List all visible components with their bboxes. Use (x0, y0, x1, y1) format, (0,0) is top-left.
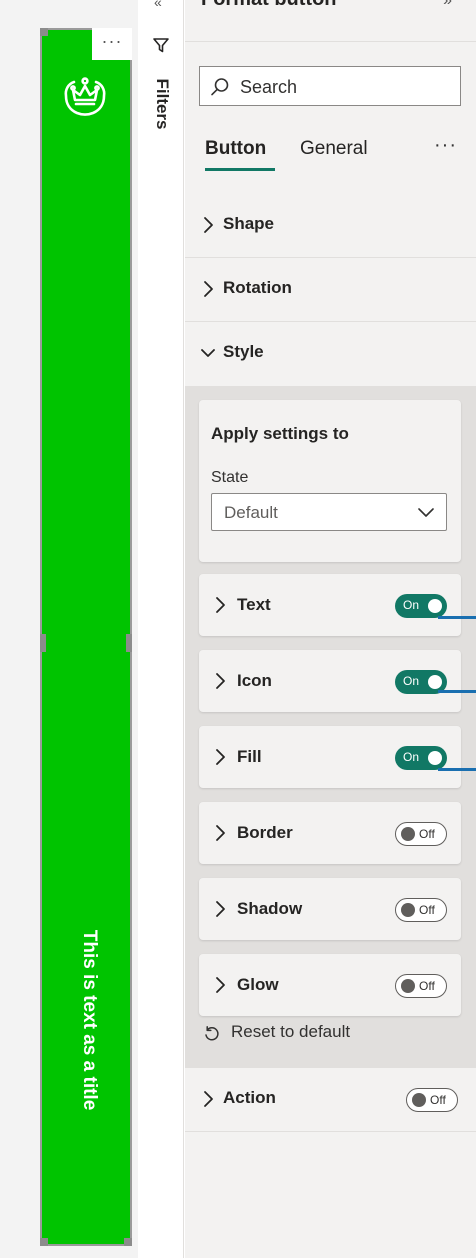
border-toggle[interactable]: Off (395, 822, 447, 846)
toggle-knob (401, 903, 415, 917)
shadow-toggle[interactable]: Off (395, 898, 447, 922)
state-label: State (211, 469, 249, 486)
style-card-text[interactable]: Text On (199, 574, 461, 636)
section-style-label: Style (223, 342, 264, 361)
connector-line (438, 616, 476, 619)
collapse-pane-icon[interactable]: » (443, 0, 452, 10)
more-options-button[interactable]: ··· (434, 134, 457, 157)
toggle-state-label: On (403, 598, 420, 612)
style-card-border[interactable]: Border Off (199, 802, 461, 864)
button-visual[interactable]: ··· This is text as a title (40, 28, 132, 1246)
style-card-text-label: Text (237, 595, 271, 614)
visual-title-label: This is text as a title (79, 929, 100, 1111)
format-pane-title: Format button (201, 0, 337, 11)
tab-general[interactable]: General (300, 138, 368, 160)
filters-label[interactable]: Filters (142, 64, 182, 144)
toggle-state-label: Off (419, 903, 435, 917)
style-card-icon[interactable]: Icon On (199, 650, 461, 712)
chevron-right-icon (216, 749, 225, 765)
style-card-glow-label: Glow (237, 975, 279, 994)
section-shape[interactable]: Shape (185, 194, 476, 258)
search-icon (211, 78, 229, 96)
report-editor: ··· This is text as a title « Filters » … (0, 0, 476, 1258)
apply-settings-card: Apply settings to State Default (199, 400, 461, 562)
resize-handle-bottom-right[interactable] (124, 1238, 132, 1246)
expand-filters-icon[interactable]: « (154, 0, 162, 10)
state-dropdown-value: Default (224, 503, 278, 522)
report-canvas: ··· This is text as a title (0, 0, 138, 1258)
connector-line (438, 768, 476, 771)
toggle-state-label: Off (430, 1093, 446, 1107)
filters-pane-collapsed[interactable]: « Filters (138, 0, 184, 1258)
style-card-border-label: Border (237, 823, 293, 842)
style-card-shadow-label: Shadow (237, 899, 303, 918)
search-box[interactable] (199, 66, 461, 106)
resize-handle-left[interactable] (40, 634, 46, 652)
filters-label-text: Filters (153, 78, 172, 130)
visual-more-options-button[interactable]: ··· (92, 28, 132, 60)
toggle-knob (428, 675, 442, 689)
style-card-icon-label: Icon (237, 671, 272, 690)
state-dropdown[interactable]: Default (211, 493, 447, 531)
reset-to-default-label: Reset to default (231, 1022, 351, 1041)
tab-button[interactable]: Button (205, 138, 266, 160)
action-toggle[interactable]: Off (406, 1088, 458, 1112)
toggle-state-label: On (403, 750, 420, 764)
resize-handle-right[interactable] (126, 634, 132, 652)
crown-logo-icon (64, 77, 106, 116)
section-shape-label: Shape (223, 214, 275, 233)
chevron-right-icon (216, 901, 225, 917)
reset-icon (205, 1026, 219, 1041)
chevron-down-icon (201, 349, 215, 357)
format-pane: Format button » Button General ··· Shape… (185, 0, 476, 1258)
tab-selected-indicator (205, 168, 275, 171)
chevron-right-icon (216, 597, 225, 613)
section-action-label: Action (223, 1088, 276, 1107)
toggle-knob (428, 599, 442, 613)
fill-toggle[interactable]: On (395, 746, 447, 770)
toggle-knob (401, 827, 415, 841)
chevron-right-icon (204, 1091, 213, 1107)
text-toggle[interactable]: On (395, 594, 447, 618)
style-card-shadow[interactable]: Shadow Off (199, 878, 461, 940)
section-rotation-label: Rotation (223, 278, 292, 297)
toggle-state-label: Off (419, 827, 435, 841)
section-rotation[interactable]: Rotation (185, 258, 476, 322)
toggle-state-label: On (403, 674, 420, 688)
funnel-icon (153, 38, 169, 53)
style-card-fill-label: Fill (237, 747, 262, 766)
section-style[interactable]: Style (185, 322, 476, 386)
format-tabs: Button General ··· (205, 134, 467, 176)
style-card-fill[interactable]: Fill On (199, 726, 461, 788)
glow-toggle[interactable]: Off (395, 974, 447, 998)
chevron-right-icon (216, 673, 225, 689)
toggle-knob (401, 979, 415, 993)
connector-line (438, 690, 476, 693)
section-action[interactable]: Action Off (185, 1068, 476, 1132)
chevron-right-icon (204, 281, 213, 297)
chevron-down-icon (418, 508, 434, 517)
toggle-knob (412, 1093, 426, 1107)
chevron-right-icon (216, 977, 225, 993)
style-section-body: Apply settings to State Default Text On … (185, 386, 476, 1068)
toggle-state-label: Off (419, 979, 435, 993)
search-input[interactable] (240, 75, 440, 99)
resize-handle-top-left[interactable] (40, 28, 48, 36)
style-card-glow[interactable]: Glow Off (199, 954, 461, 1016)
chevron-right-icon (204, 217, 213, 233)
visual-title-text: This is text as a title (72, 870, 106, 1170)
toggle-knob (428, 751, 442, 765)
apply-settings-title: Apply settings to (211, 424, 349, 443)
chevron-right-icon (216, 825, 225, 841)
format-pane-header: Format button » (185, 0, 476, 42)
resize-handle-bottom-left[interactable] (40, 1238, 48, 1246)
